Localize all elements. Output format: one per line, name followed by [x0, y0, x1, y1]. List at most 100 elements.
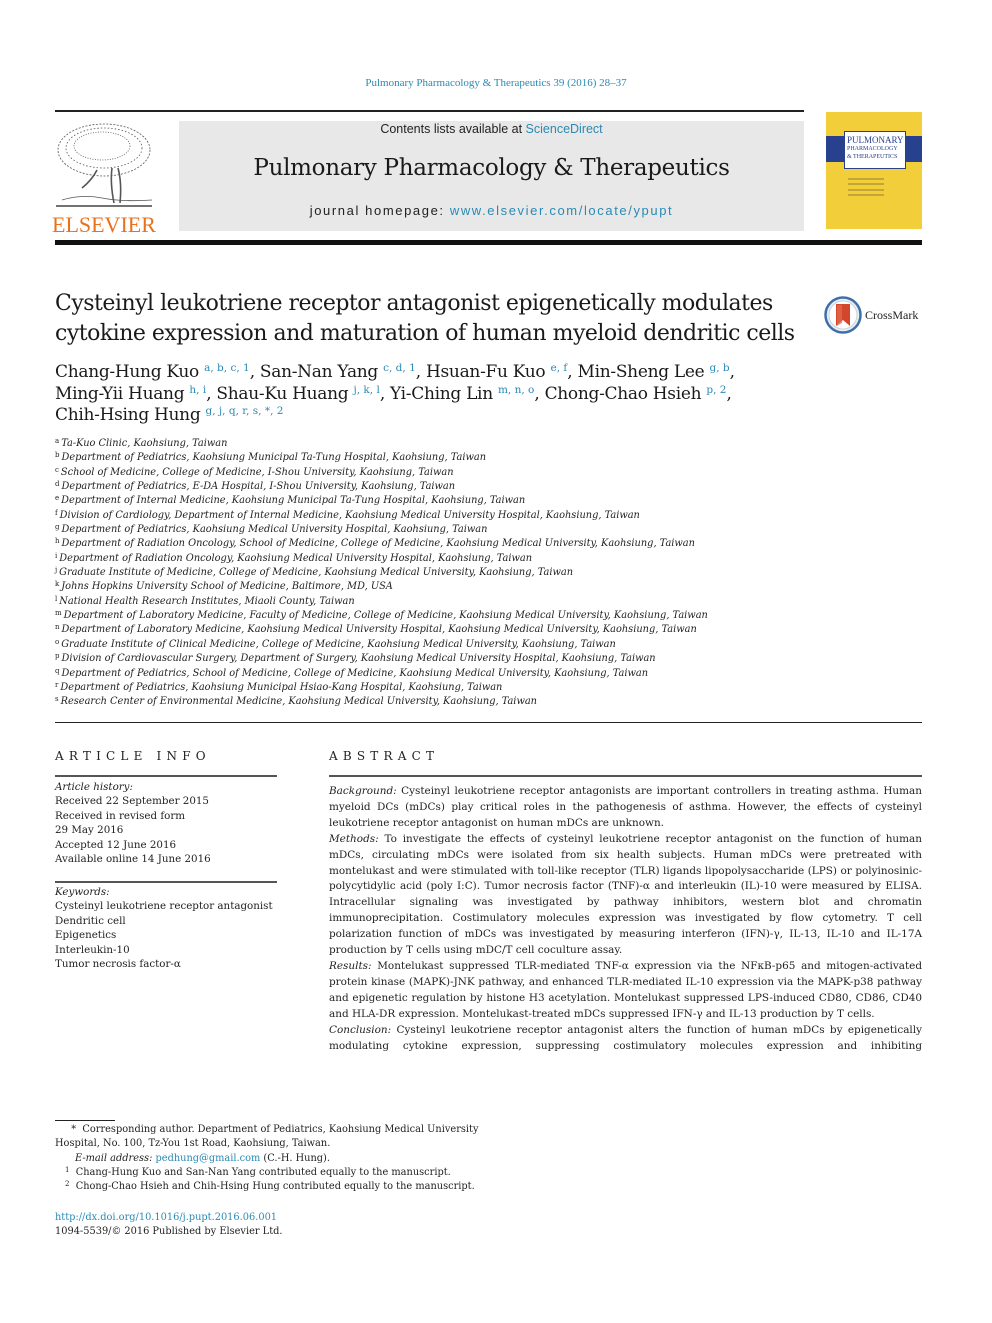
cover-title-line: & THERAPEUTICS — [847, 154, 898, 160]
author[interactable]: Chih-Hsing Hung g, j, q, r, s, *, 2 — [55, 405, 283, 425]
author[interactable]: Shau-Ku Huang j, k, l — [216, 384, 379, 404]
author-affiliation-marks[interactable]: h, i — [189, 384, 206, 396]
journal-title: Pulmonary Pharmacology & Therapeutics — [253, 155, 730, 181]
author-affiliation-marks[interactable]: a, b, c, 1 — [204, 362, 250, 374]
cover-text-lines — [848, 178, 884, 199]
corresponding-author-note: * Corresponding author. Department of Pe… — [55, 1124, 479, 1150]
cover-title-line: PULMONARY — [847, 135, 904, 145]
abstract-section-label: Background: — [329, 785, 397, 797]
journal-masthead: Contents lists available at ScienceDirec… — [179, 121, 804, 231]
abstract-section-label: Conclusion: — [329, 1023, 392, 1036]
keyword: Epigenetics — [55, 929, 117, 942]
doi-link[interactable]: http://dx.doi.org/10.1016/j.pupt.2016.06… — [55, 1212, 277, 1223]
author-affiliation-marks[interactable]: c, d, 1 — [383, 362, 416, 374]
author[interactable]: Chong-Chao Hsieh p, 2 — [545, 384, 727, 404]
article-info-rule — [55, 881, 277, 883]
history-entry: Available online 14 June 2016 — [55, 853, 211, 866]
top-rule — [55, 110, 804, 112]
author[interactable]: Ming-Yii Huang h, i — [55, 384, 206, 404]
sciencedirect-link[interactable]: ScienceDirect — [526, 122, 603, 136]
author[interactable]: San-Nan Yang c, d, 1 — [260, 362, 416, 382]
keywords-label: Keywords: — [55, 886, 110, 898]
abstract-paragraph: Conclusion: Cysteinyl leukotriene recept… — [329, 1023, 922, 1052]
article-history-label: Article history: — [55, 781, 133, 793]
author-affiliation-marks[interactable]: m, n, o — [498, 384, 534, 396]
article-history: Article history: Received 22 September 2… — [55, 780, 277, 866]
author[interactable]: Chang-Hung Kuo a, b, c, 1 — [55, 362, 250, 382]
author[interactable]: Hsuan-Fu Kuo e, f — [426, 362, 567, 382]
doi-block: http://dx.doi.org/10.1016/j.pupt.2016.06… — [55, 1211, 283, 1240]
author-list: Chang-Hung Kuo a, b, c, 1, San-Nan Yang … — [55, 362, 735, 425]
crossmark-badge[interactable]: CrossMark — [824, 296, 918, 334]
article-info-heading: ARTICLE INFO — [55, 749, 211, 763]
elsevier-wordmark: ELSEVIER — [52, 212, 156, 237]
affiliation: k Johns Hopkins University School of Medi… — [55, 580, 393, 593]
author-affiliation-marks[interactable]: e, f — [550, 362, 567, 374]
affiliation: o Graduate Institute of Clinical Medicine… — [55, 637, 616, 650]
history-entry: Accepted 12 June 2016 — [55, 838, 177, 851]
header-rule — [55, 240, 922, 245]
keyword: Dendritic cell — [55, 914, 126, 927]
contents-line: Contents lists available at ScienceDirec… — [179, 122, 804, 136]
journal-homepage-link[interactable]: www.elsevier.com/locate/ypupt — [450, 203, 673, 218]
keywords: Keywords: Cysteinyl leukotriene receptor… — [55, 885, 277, 971]
affiliation: g Department of Pediatrics, Kaohsiung Med… — [55, 523, 488, 536]
author-affiliation-marks[interactable]: g, j, q, r, s, *, 2 — [206, 405, 284, 417]
history-entry: Received in revised form — [55, 809, 186, 822]
cover-title-line: PHARMACOLOGY — [847, 146, 898, 152]
abstract-paragraph: Results: Montelukast suppressed TLR-medi… — [329, 959, 922, 1020]
affiliation: f Division of Cardiology, Department of I… — [55, 508, 640, 521]
running-head[interactable]: Pulmonary Pharmacology & Therapeutics 39… — [0, 77, 992, 89]
affiliation: n Department of Laboratory Medicine, Kaoh… — [55, 623, 697, 636]
footnotes: * Corresponding author. Department of Pe… — [55, 1123, 485, 1194]
history-entry: Received 22 September 2015 — [55, 795, 209, 808]
affiliation: h Department of Radiation Oncology, Schoo… — [55, 537, 695, 550]
affiliation: c School of Medicine, College of Medicine… — [55, 465, 454, 478]
abstract-paragraph: Methods: To investigate the effects of c… — [329, 832, 922, 957]
author-affiliation-marks[interactable]: j, k, l — [353, 384, 379, 396]
elsevier-logo[interactable]: ELSEVIER — [52, 118, 157, 237]
equal-contribution-note: 2 Chong-Chao Hsieh and Chih-Hsing Hung c… — [65, 1180, 475, 1193]
journal-cover-thumbnail[interactable]: PULMONARY PHARMACOLOGY & THERAPEUTICS — [826, 112, 922, 229]
history-entry: 29 May 2016 — [55, 824, 124, 837]
section-divider — [55, 722, 922, 724]
elsevier-tree-icon — [56, 123, 153, 207]
affiliation: r Department of Pediatrics, Kaohsiung Mun… — [55, 680, 503, 693]
article-title-line: cytokine expression and maturation of hu… — [55, 321, 795, 346]
email-note: E-mail address: pedhung@gmail.com (C.-H.… — [75, 1152, 330, 1164]
abstract-heading: ABSTRACT — [329, 749, 440, 763]
crossmark-label: CrossMark — [865, 307, 919, 322]
abstract-body: Background: Cysteinyl leukotriene recept… — [329, 784, 922, 1054]
keyword: Cysteinyl leukotriene receptor antagonis… — [55, 900, 273, 913]
author-affiliation-marks[interactable]: p, 2 — [706, 384, 726, 396]
abstract-section-label: Results: — [329, 959, 372, 972]
journal-homepage-line: journal homepage: www.elsevier.com/locat… — [179, 203, 804, 218]
article-info-rule — [55, 775, 277, 777]
abstract-paragraph: Background: Cysteinyl leukotriene recept… — [329, 785, 922, 829]
equal-contribution-note: 1 Chang-Hung Kuo and San-Nan Yang contri… — [65, 1165, 451, 1178]
keyword: Interleukin-10 — [55, 943, 130, 956]
email-link[interactable]: pedhung@gmail.com — [156, 1153, 261, 1164]
affiliation: d Department of Pediatrics, E-DA Hospital… — [55, 480, 456, 493]
article-title: Cysteinyl leukotriene receptor antagonis… — [55, 289, 815, 349]
crossmark-icon — [824, 296, 862, 334]
affiliation-list: a Ta-Kuo Clinic, Kaohsiung, Taiwan b Depar… — [55, 437, 815, 710]
affiliation: p Division of Cardiovascular Surgery, Dep… — [55, 652, 656, 665]
author[interactable]: Min-Sheng Lee g, b — [577, 362, 729, 382]
footnote-rule — [55, 1120, 115, 1121]
affiliation: s Research Center of Environmental Medici… — [55, 695, 537, 708]
author[interactable]: Yi-Ching Lin m, n, o — [390, 384, 534, 404]
affiliation: l National Health Research Institutes, Mi… — [55, 594, 355, 607]
affiliation: j Graduate Institute of Medicine, College… — [55, 566, 574, 579]
affiliation: i Department of Radiation Oncology, Kaohs… — [55, 551, 533, 564]
homepage-prefix: journal homepage: — [309, 203, 450, 218]
author-affiliation-marks[interactable]: g, b — [710, 362, 730, 374]
issn-copyright: 1094-5539/© 2016 Published by Elsevier L… — [55, 1226, 283, 1238]
contents-prefix: Contents lists available at — [380, 122, 526, 136]
affiliation: m Department of Laboratory Medicine, Facu… — [55, 609, 708, 622]
affiliation: a Ta-Kuo Clinic, Kaohsiung, Taiwan — [55, 437, 228, 450]
affiliation: b Department of Pediatrics, Kaohsiung Mun… — [55, 451, 487, 464]
abstract-rule — [329, 775, 922, 777]
keyword: Tumor necrosis factor-α — [55, 958, 181, 971]
article-title-line: Cysteinyl leukotriene receptor antagonis… — [55, 291, 773, 316]
